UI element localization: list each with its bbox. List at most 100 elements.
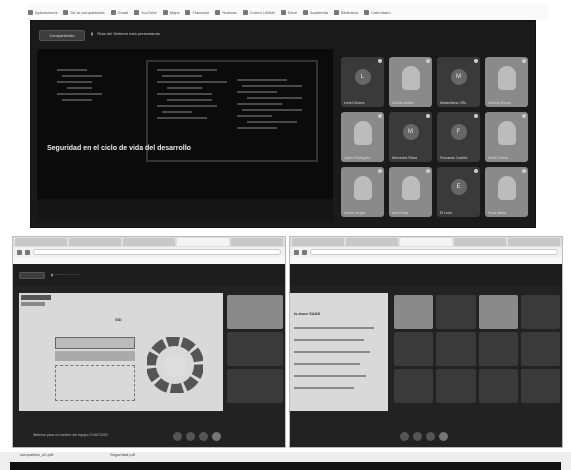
bookmark-item[interactable]: De tu computadora (63, 9, 105, 15)
bookmark-item[interactable]: Gmail (110, 9, 128, 15)
bookmark-label: Aplicaciones (35, 9, 58, 15)
browser-tab[interactable] (231, 238, 283, 246)
url-input[interactable] (310, 249, 558, 255)
browser-tab[interactable] (346, 238, 398, 246)
bookmark-icon (63, 9, 69, 15)
participant-tile[interactable]: Emilio Torres (485, 112, 528, 162)
browser-tab-active[interactable] (177, 238, 229, 246)
process-diagram (55, 365, 135, 401)
bookmarks-bar (13, 257, 285, 264)
left-browser-window: ▮ ······················ SSI Webinar par… (12, 236, 286, 448)
collage: Aplicaciones De tu computadora Gmail YouTub… (0, 0, 571, 470)
camera-icon[interactable] (186, 432, 195, 441)
participant-tile[interactable]: F Fernando Castillo (437, 112, 480, 162)
bookmark-icon (133, 9, 139, 15)
participant-video (497, 121, 516, 145)
bookmark-icon (110, 9, 116, 15)
address-bar (290, 247, 562, 257)
presenter-banner-text: Ruta del Webinar está presentando (97, 31, 161, 36)
url-input[interactable] (33, 249, 281, 255)
present-icon[interactable] (199, 432, 208, 441)
participant-tile[interactable]: M Maximiliano CRL (437, 57, 480, 107)
call-controls (173, 432, 221, 441)
browser-tab[interactable] (69, 238, 121, 246)
bookmark-item[interactable]: Academia (303, 9, 328, 15)
download-item[interactable]: compartido_uh.pdf (20, 452, 53, 457)
avatar: M (402, 124, 419, 140)
participant-tile[interactable]: E El León (437, 167, 480, 217)
bookmark-icon (364, 9, 370, 15)
slide-heading: lo-hace SANS (294, 311, 321, 316)
presenter-banner: ▮ ······················ (51, 273, 80, 277)
participant-tile[interactable]: Cecilia Antolín (389, 57, 432, 107)
presenting-button[interactable]: Compartiendo (39, 30, 85, 41)
participant-tile[interactable]: Ana Paula (389, 167, 432, 217)
end-call-icon[interactable] (212, 432, 221, 441)
mic-icon[interactable] (173, 432, 182, 441)
bookmark-item[interactable]: Biblioteca (333, 9, 358, 15)
participant-video (401, 176, 420, 200)
slide-text-line (294, 351, 370, 353)
bookmark-item[interactable]: Calendario (364, 9, 391, 15)
participant-tile (227, 369, 283, 403)
participant-grid (394, 295, 560, 403)
bookmark-item[interactable]: Drive (280, 9, 298, 15)
bookmark-item[interactable]: Noticias (215, 9, 237, 15)
bookmark-label: Correo UNAM (249, 9, 275, 15)
participant-tile[interactable]: Ulises Vargas (341, 167, 384, 217)
back-icon[interactable] (294, 249, 299, 255)
avatar: F (450, 124, 467, 140)
browser-tab[interactable] (454, 238, 506, 246)
participant-tile (394, 295, 434, 329)
right-browser-window: lo-hace SANS (289, 236, 563, 448)
mic-muted-icon (426, 59, 430, 63)
mic-icon[interactable] (400, 432, 409, 441)
participant-tile (436, 369, 476, 403)
avatar: L (354, 69, 371, 85)
present-icon[interactable] (426, 432, 435, 441)
bookmark-label: Gmail (117, 9, 128, 15)
bookmark-label: Drive (287, 9, 298, 15)
present-icon: ▮ (91, 31, 94, 36)
mic-muted-icon (474, 169, 478, 173)
reload-icon[interactable] (302, 249, 307, 255)
participant-name: Fernando Castillo (440, 156, 468, 160)
bookmark-item[interactable]: Correo UNAM (242, 9, 275, 15)
participant-name: Rosa María (488, 211, 507, 215)
bookmark-label: Calendario (371, 9, 391, 15)
bookmark-icon (185, 9, 191, 15)
bookmark-item[interactable]: Traductor (185, 9, 209, 15)
participant-tile[interactable]: L Lenel Guerra (341, 57, 384, 107)
bookmark-label: Maps (169, 9, 180, 15)
participant-name: Javier Rodríguez (344, 156, 371, 160)
participant-tile[interactable]: Rosa María (485, 167, 528, 217)
presenter-banner: ▮ Ruta del Webinar está presentando (91, 31, 160, 36)
bookmark-item[interactable]: Maps (162, 9, 180, 15)
participant-tile[interactable]: Javier Rodríguez (341, 112, 384, 162)
browser-tab[interactable] (292, 238, 344, 246)
participant-video (401, 66, 420, 90)
bookmark-item[interactable]: Aplicaciones (28, 9, 58, 15)
back-icon[interactable] (17, 249, 22, 255)
browser-tab[interactable] (508, 238, 560, 246)
download-item[interactable]: Seguridad.pdf (110, 452, 135, 457)
reload-icon[interactable] (25, 249, 30, 255)
participant-tile (227, 295, 283, 329)
participant-tile (436, 332, 476, 366)
bookmark-icon (333, 9, 339, 15)
slide-text-line (294, 327, 374, 329)
mic-muted-icon (474, 114, 478, 118)
browser-tab[interactable] (123, 238, 175, 246)
bookmark-item[interactable]: YouTube (133, 9, 157, 15)
presenting-button[interactable] (19, 272, 45, 279)
avatar: M (450, 69, 467, 85)
browser-tab[interactable] (15, 238, 67, 246)
participant-tile[interactable]: M Mercedes Rivas (389, 112, 432, 162)
browser-tab-active[interactable] (400, 238, 452, 246)
end-call-icon[interactable] (439, 432, 448, 441)
participant-tile[interactable]: Cinthya Reyes (485, 57, 528, 107)
mic-muted-icon (522, 169, 526, 173)
tab-strip (290, 237, 562, 247)
bookmark-icon (280, 9, 286, 15)
camera-icon[interactable] (413, 432, 422, 441)
